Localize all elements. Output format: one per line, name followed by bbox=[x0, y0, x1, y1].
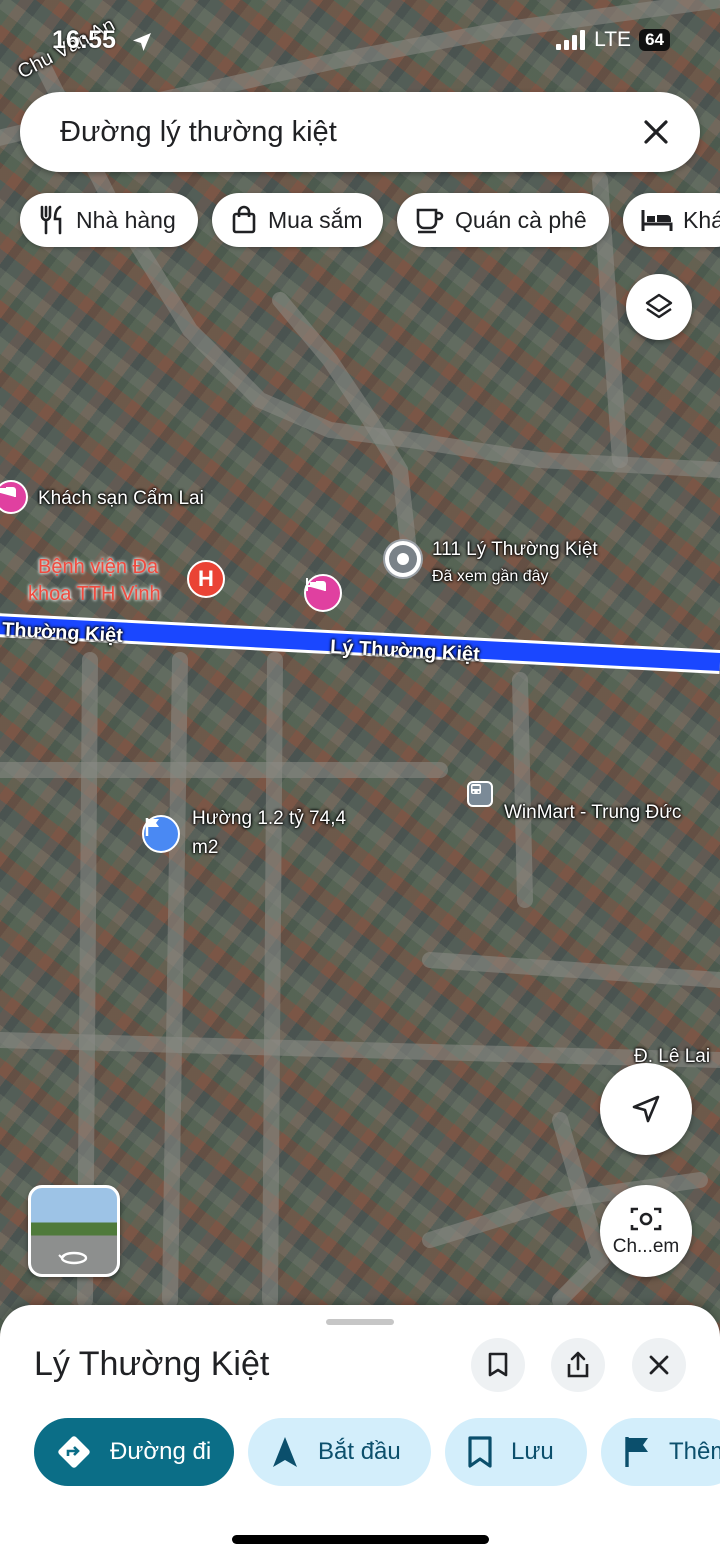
place-bottom-sheet[interactable]: Lý Thường Kiệt Đường đi Bắt đầu Lưu Thê bbox=[0, 1305, 720, 1557]
recent-location-pin-icon[interactable] bbox=[382, 538, 424, 584]
poi-label-benh-vien-2[interactable]: khoa TTH Vinh bbox=[28, 581, 161, 608]
navigation-arrow-icon bbox=[632, 1095, 660, 1123]
directions-button[interactable]: Đường đi bbox=[34, 1418, 234, 1486]
camera-search-icon bbox=[630, 1207, 662, 1231]
coffee-cup-icon bbox=[416, 208, 444, 234]
share-icon bbox=[567, 1351, 589, 1378]
flag-icon bbox=[625, 1437, 648, 1467]
search-query[interactable]: Đường lý thường kiệt bbox=[60, 116, 337, 149]
layers-icon bbox=[645, 293, 673, 319]
poi-label-huong-1[interactable]: Hường 1.2 tỷ 74,4 bbox=[192, 808, 346, 830]
save-round-button[interactable] bbox=[471, 1338, 525, 1392]
chip-label: Khác bbox=[683, 206, 720, 233]
hotel-pin-2[interactable] bbox=[304, 574, 342, 612]
start-button[interactable]: Bắt đầu bbox=[248, 1418, 431, 1486]
shopping-bag-icon bbox=[232, 205, 256, 234]
directions-icon bbox=[58, 1436, 90, 1468]
network-type: LTE bbox=[594, 28, 632, 51]
navigation-arrow-icon bbox=[273, 1437, 297, 1467]
home-indicator[interactable] bbox=[232, 1535, 489, 1544]
chip-label: Nhà hàng bbox=[76, 206, 176, 233]
layers-button[interactable] bbox=[626, 274, 692, 340]
my-location-button[interactable] bbox=[600, 1063, 692, 1155]
rotate-360-icon bbox=[58, 1251, 88, 1265]
action-label: Đường đi bbox=[110, 1438, 212, 1465]
flag-pin-icon bbox=[145, 818, 159, 836]
hospital-icon: H bbox=[198, 566, 214, 591]
pin-title[interactable]: 111 Lý Thường Kiệt bbox=[432, 539, 598, 561]
bed-icon bbox=[0, 487, 16, 497]
close-icon[interactable] bbox=[638, 114, 674, 150]
poi-label-khach-san[interactable]: Khách sạn Cẩm Lai bbox=[38, 488, 204, 510]
street-view-thumbnail[interactable] bbox=[28, 1185, 120, 1277]
status-bar: 16:55 LTE 64 bbox=[0, 26, 720, 60]
explore-label: Ch...em bbox=[612, 1236, 680, 1257]
close-sheet-button[interactable] bbox=[632, 1338, 686, 1392]
battery-icon: 64 bbox=[639, 29, 670, 51]
poi-label-benh-vien-1[interactable]: Bệnh viện Đa bbox=[38, 554, 158, 581]
share-button[interactable] bbox=[551, 1338, 605, 1392]
pin-subtitle: Đã xem gần đây bbox=[432, 568, 549, 585]
search-bar[interactable]: Đường lý thường kiệt bbox=[20, 92, 700, 172]
parking-pin[interactable] bbox=[142, 815, 180, 853]
sheet-drag-handle[interactable] bbox=[326, 1319, 394, 1325]
status-time: 16:55 bbox=[52, 26, 116, 54]
action-label: Bắt đầu bbox=[318, 1438, 401, 1465]
poi-label-winmart[interactable]: WinMart - Trung Đức bbox=[504, 802, 681, 824]
explore-camera-button[interactable]: Ch...em bbox=[600, 1185, 692, 1277]
chip-label: Quán cà phê bbox=[455, 206, 587, 233]
fork-knife-icon bbox=[40, 205, 62, 235]
signal-icon bbox=[556, 30, 586, 50]
chip-hotels[interactable]: Khác bbox=[623, 193, 720, 247]
close-icon bbox=[649, 1355, 669, 1375]
place-title: Lý Thường Kiệt bbox=[34, 1345, 270, 1383]
save-button[interactable]: Lưu bbox=[445, 1418, 587, 1486]
chip-restaurants[interactable]: Nhà hàng bbox=[20, 193, 198, 247]
poi-label-huong-2[interactable]: m2 bbox=[192, 837, 218, 859]
bookmark-icon bbox=[488, 1352, 508, 1377]
chip-label: Mua sắm bbox=[268, 206, 363, 233]
bed-icon bbox=[641, 210, 673, 231]
action-label: Lưu bbox=[511, 1438, 554, 1465]
bed-icon bbox=[306, 578, 326, 591]
bus-stop-icon[interactable] bbox=[467, 781, 493, 807]
bookmark-icon bbox=[468, 1436, 492, 1468]
add-label-button[interactable]: Thêm bbox=[601, 1418, 720, 1486]
chip-coffee[interactable]: Quán cà phê bbox=[397, 193, 609, 247]
hospital-pin[interactable]: H bbox=[187, 560, 225, 598]
bus-icon bbox=[471, 784, 481, 794]
chip-shopping[interactable]: Mua sắm bbox=[212, 193, 383, 247]
location-arrow-icon bbox=[133, 33, 151, 51]
action-label: Thêm bbox=[669, 1438, 720, 1465]
